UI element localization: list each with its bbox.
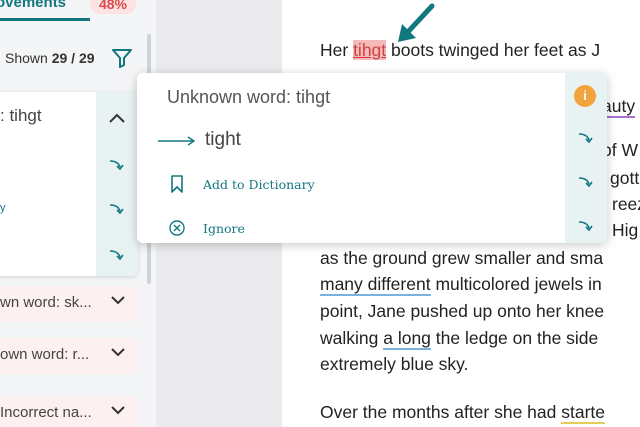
ignore-button[interactable]: Ignore xyxy=(167,218,427,240)
info-icon[interactable]: i xyxy=(574,85,596,107)
doc-line-fragment: of W xyxy=(602,140,638,160)
doc-line: Her tihgt boots twinged her feet as J xyxy=(320,40,601,60)
chevron-down-icon[interactable] xyxy=(110,344,126,360)
shown-count: 29 / 29 xyxy=(51,50,95,66)
misspelled-word[interactable]: tihgt xyxy=(353,40,387,60)
popup-actions-strip: i xyxy=(565,73,607,243)
title-underline xyxy=(0,18,90,21)
issue-card-label: wn word: sk... xyxy=(0,294,92,311)
issues-panel: ovements 48% Shown 29 / 29 : tihgt y wn … xyxy=(0,0,156,427)
suggestion-option[interactable]: tight xyxy=(157,127,457,155)
bookmark-icon xyxy=(171,175,183,193)
chevron-up-icon[interactable] xyxy=(108,112,126,124)
issue-card[interactable]: own word: r... xyxy=(0,338,138,374)
panel-title[interactable]: ovements xyxy=(0,0,66,11)
issue-card-label: : tihgt xyxy=(0,106,42,125)
issue-card-label: Incorrect na... xyxy=(0,404,92,421)
popup-title: Unknown word: tihgt xyxy=(167,87,331,107)
suggestion-underline[interactable]: many different xyxy=(320,274,431,296)
apply-arrow-icon[interactable] xyxy=(108,248,126,262)
style-underline[interactable]: starte xyxy=(561,402,606,424)
chevron-down-icon[interactable] xyxy=(110,292,126,308)
chevron-down-icon[interactable] xyxy=(110,402,126,418)
apply-arrow-icon[interactable] xyxy=(577,131,595,145)
doc-line: walking a long the ledge on the side xyxy=(320,328,599,350)
doc-line: extremely blue sky. xyxy=(320,354,469,374)
suggestion-underline[interactable]: a long xyxy=(383,328,431,350)
doc-line: many different multicolored jewels in xyxy=(320,274,602,296)
issue-card-label: own word: r... xyxy=(0,346,90,363)
doc-line: Over the months after she had starte xyxy=(320,402,606,424)
apply-arrow-icon[interactable] xyxy=(108,202,126,216)
doc-line: point, Jane pushed up onto her knee xyxy=(320,301,605,321)
shown-counter: Shown 29 / 29 xyxy=(5,50,95,66)
doc-line-fragment: reez xyxy=(612,194,640,214)
suggestion-text[interactable]: tight xyxy=(205,129,241,151)
issue-card-expanded[interactable]: : tihgt y xyxy=(0,92,138,276)
arrow-right-icon xyxy=(158,136,196,146)
add-to-dictionary-label: Add to Dictionary xyxy=(203,177,315,192)
shown-label: Shown xyxy=(5,50,48,66)
apply-arrow-icon[interactable] xyxy=(577,175,595,189)
ignore-label: Ignore xyxy=(203,221,245,236)
doc-line-fragment: Hig xyxy=(612,220,639,240)
percent-badge: 48% xyxy=(90,0,136,14)
issue-card[interactable]: Incorrect na... xyxy=(0,396,138,427)
apply-arrow-icon[interactable] xyxy=(108,158,126,172)
apply-arrow-icon[interactable] xyxy=(577,219,595,233)
card-actions-strip xyxy=(96,92,138,276)
pointer-arrow-icon xyxy=(398,3,435,42)
doc-line-fragment: gotte xyxy=(610,168,640,188)
add-to-dictionary-button[interactable]: Add to Dictionary xyxy=(167,174,427,196)
ignore-icon xyxy=(169,220,185,236)
suggestion-popup: Unknown word: tihgt tight Add to Diction… xyxy=(137,73,607,243)
issue-card[interactable]: wn word: sk... xyxy=(0,286,138,322)
issue-card-fragment: y xyxy=(0,202,6,214)
filter-icon[interactable] xyxy=(110,46,134,70)
panel-header: ovements 48% xyxy=(0,0,156,22)
doc-line: as the ground grew smaller and sma xyxy=(320,248,604,268)
